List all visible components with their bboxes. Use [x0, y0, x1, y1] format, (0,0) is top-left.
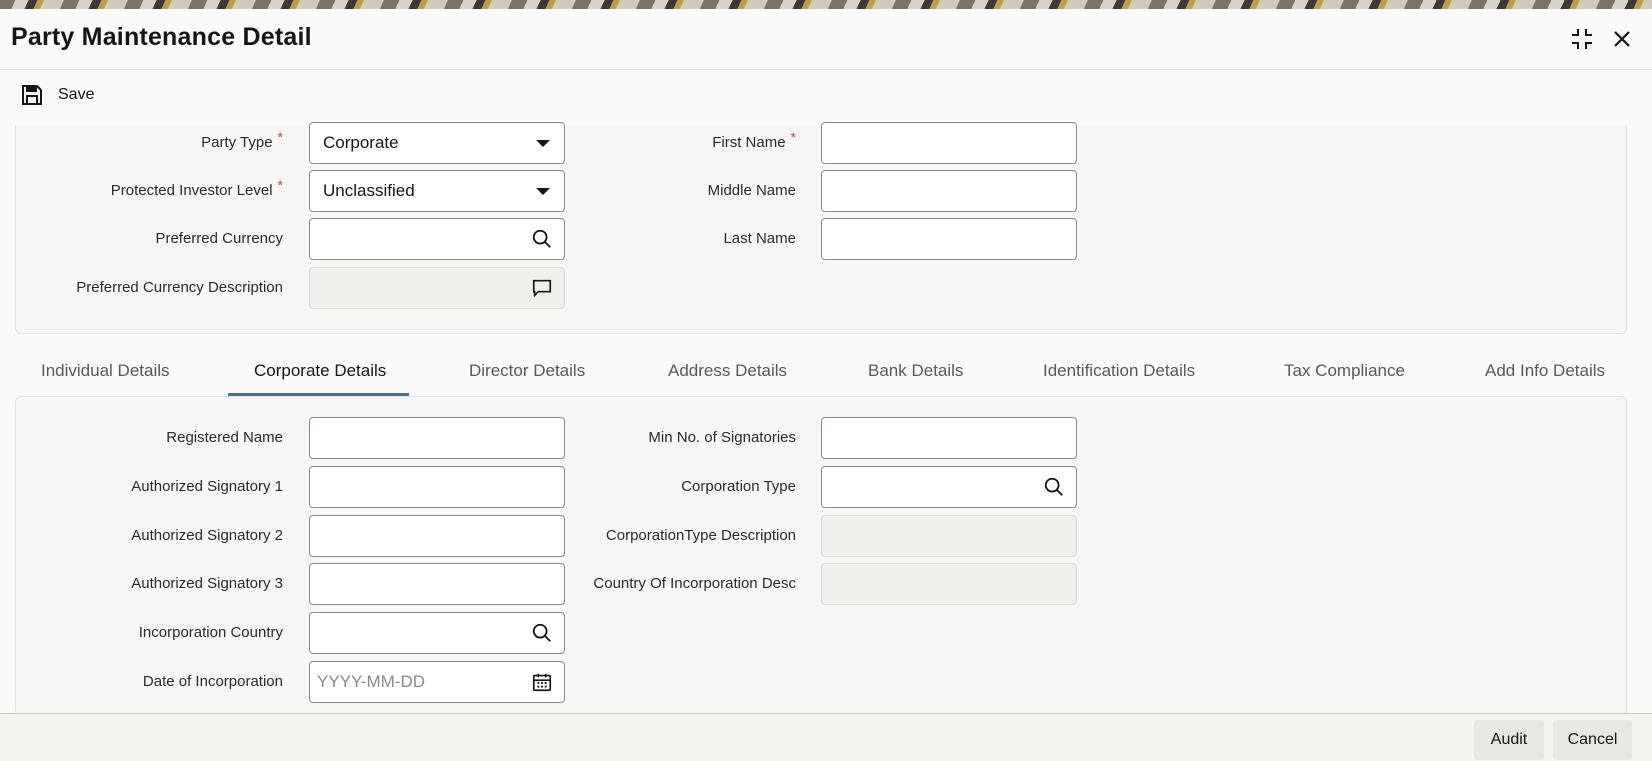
toolbar: Save: [0, 75, 1652, 117]
tab-add-info-details[interactable]: Add Info Details: [1485, 361, 1605, 401]
page-title: Party Maintenance Detail: [11, 23, 312, 51]
audit-button[interactable]: Audit: [1474, 720, 1544, 760]
registered-name-input[interactable]: [309, 417, 565, 459]
background-banner: [0, 0, 1652, 9]
preferred-currency-description-field: [309, 267, 565, 309]
min-no-of-signatories-input[interactable]: [821, 417, 1077, 459]
search-icon[interactable]: [530, 227, 554, 251]
chevron-down-icon: [536, 187, 550, 195]
protected-investor-level-select[interactable]: Unclassified: [309, 170, 565, 212]
tab-director-details[interactable]: Director Details: [469, 361, 585, 401]
last-name-label: Last Name: [723, 230, 796, 247]
close-icon[interactable]: [1608, 25, 1636, 53]
calendar-icon[interactable]: [530, 670, 554, 694]
authorized-signatory-3-input[interactable]: [309, 563, 565, 605]
corporation-type-label: Corporation Type: [681, 478, 796, 495]
floppy-disk-icon: [22, 85, 42, 105]
title-divider: [0, 69, 1652, 70]
middle-name-input[interactable]: [821, 170, 1077, 212]
registered-name-label: Registered Name: [166, 429, 283, 446]
footer-bar: Audit Cancel: [0, 714, 1652, 761]
search-icon[interactable]: [1042, 475, 1066, 499]
save-button[interactable]: Save: [20, 81, 94, 109]
tab-identification-details[interactable]: Identification Details: [1043, 361, 1195, 401]
first-name-input[interactable]: [821, 122, 1077, 164]
incorporation-country-input[interactable]: [309, 612, 565, 654]
date-of-incorporation-label: Date of Incorporation: [142, 673, 283, 690]
tab-individual-details[interactable]: Individual Details: [41, 361, 170, 401]
corporation-type-description-label: CorporationType Description: [605, 527, 796, 544]
preferred-currency-label: Preferred Currency: [155, 230, 283, 247]
corporation-type-input[interactable]: [821, 466, 1077, 508]
authorized-signatory-2-input[interactable]: [309, 515, 565, 557]
cancel-button[interactable]: Cancel: [1553, 720, 1632, 760]
tab-bank-details[interactable]: Bank Details: [868, 361, 963, 401]
country-of-incorporation-desc-label: Country Of Incorporation Desc: [593, 575, 796, 592]
date-of-incorporation-input[interactable]: YYYY-MM-DD: [309, 661, 565, 703]
save-label: Save: [58, 86, 95, 103]
party-type-label: Party Type *: [201, 129, 283, 151]
min-no-of-signatories-label: Min No. of Signatories: [648, 429, 796, 446]
middle-name-label: Middle Name: [707, 182, 796, 199]
party-type-select[interactable]: Corporate: [309, 122, 565, 164]
protected-investor-level-label: Protected Investor Level *: [110, 177, 283, 199]
authorized-signatory-3-label: Authorized Signatory 3: [131, 575, 283, 592]
chevron-down-icon: [536, 139, 550, 147]
preferred-currency-description-label: Preferred Currency Description: [76, 279, 283, 296]
search-icon[interactable]: [530, 621, 554, 645]
maximize-icon[interactable]: [1568, 25, 1596, 53]
tab-address-details[interactable]: Address Details: [668, 361, 787, 401]
preferred-currency-input[interactable]: [309, 218, 565, 260]
incorporation-country-label: Incorporation Country: [138, 624, 283, 641]
comment-icon[interactable]: [530, 276, 554, 300]
first-name-label: First Name *: [712, 129, 796, 151]
country-of-incorporation-desc-field: [821, 563, 1077, 605]
last-name-input[interactable]: [821, 218, 1077, 260]
authorized-signatory-1-input[interactable]: [309, 466, 565, 508]
authorized-signatory-2-label: Authorized Signatory 2: [131, 527, 283, 544]
tab-tax-compliance[interactable]: Tax Compliance: [1284, 361, 1405, 401]
authorized-signatory-1-label: Authorized Signatory 1: [131, 478, 283, 495]
title-bar: Party Maintenance Detail: [0, 9, 1652, 69]
corporation-type-description-field: [821, 515, 1077, 557]
party-maintenance-window: Party Maintenance Detail Save Party Type…: [0, 9, 1652, 761]
